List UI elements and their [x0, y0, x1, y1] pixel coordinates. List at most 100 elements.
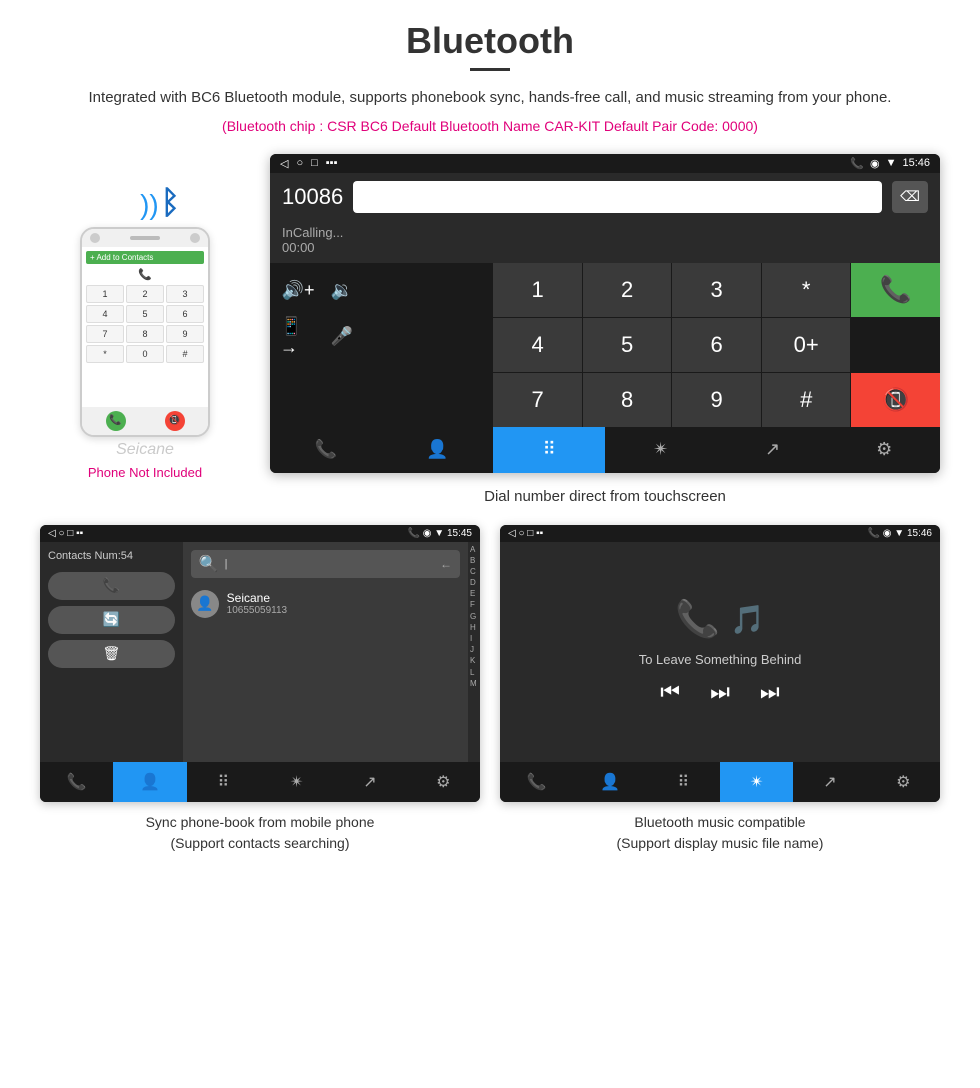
- nav-phone[interactable]: 📞: [270, 427, 382, 473]
- nav-transfer[interactable]: ↗: [717, 427, 829, 473]
- subtitle: Integrated with BC6 Bluetooth module, su…: [40, 87, 940, 110]
- contact-number: 10655059113: [227, 605, 287, 616]
- back-arrow-icon: ←: [440, 557, 452, 571]
- add-contact-bar: + Add to Contacts: [86, 251, 204, 264]
- contacts-screen-wrap: ◁ ○ □ ▪▪ 📞 ◉ ▼ 15:45 Contacts Num:54 📞 🔄…: [40, 525, 480, 854]
- call-controls: 🔊+ 🔉 📱→ 🎤: [270, 263, 493, 427]
- contacts-nav-dialpad[interactable]: ⠿: [187, 762, 260, 802]
- dial-key-3[interactable]: 3: [672, 263, 761, 317]
- nav-bluetooth[interactable]: ✴: [605, 427, 717, 473]
- dial-key-2[interactable]: 2: [583, 263, 672, 317]
- dial-key-5[interactable]: 5: [583, 318, 672, 372]
- search-icon: 🔍: [199, 554, 219, 574]
- music-nav-phone[interactable]: 📞: [500, 762, 573, 802]
- mic-icon[interactable]: 🎤: [324, 319, 360, 355]
- phone-top-bar: [82, 229, 208, 247]
- car-screen: ◁ ○ □ ▪▪▪ 📞 ◉ ▼ 15:46 10086 ⌫ InCalling.…: [270, 154, 940, 473]
- status-right-icons: 📞 ◉ ▼ 15:46: [850, 157, 930, 170]
- home-icon: ○: [296, 157, 303, 169]
- dial-key-1[interactable]: 1: [493, 263, 582, 317]
- music-screen-wrap: ◁ ○ □ ▪▪ 📞 ◉ ▼ 15:46 📞 🎵 To Leave Someth…: [500, 525, 940, 854]
- main-caption: Dial number direct from touchscreen: [270, 488, 940, 505]
- page-title: Bluetooth: [40, 20, 940, 62]
- call-action-btn[interactable]: 📞: [48, 572, 175, 600]
- music-nav-dialpad[interactable]: ⠿: [647, 762, 720, 802]
- music-body: 📞 🎵 To Leave Something Behind ⏮ ⏭ ⏭: [500, 542, 940, 762]
- contacts-nav-contacts[interactable]: 👤: [113, 762, 186, 802]
- seicane-watermark: Seicane: [116, 441, 174, 459]
- phone-not-included-label: Phone Not Included: [88, 465, 202, 480]
- phone-call-btn: 📞: [106, 411, 126, 431]
- contacts-screen: ◁ ○ □ ▪▪ 📞 ◉ ▼ 15:45 Contacts Num:54 📞 🔄…: [40, 525, 480, 802]
- contacts-nav-bar: 📞 👤 ⠿ ✴ ↗ ⚙: [40, 762, 480, 802]
- dial-key-9[interactable]: 9: [672, 373, 761, 427]
- phone-transfer-icon[interactable]: 📱→: [280, 319, 316, 355]
- contact-entry: 👤 Seicane 10655059113: [191, 586, 460, 622]
- contacts-status-right: 📞 ◉ ▼ 15:45: [408, 528, 472, 539]
- bluetooth-symbol-icon: ᛒ: [161, 184, 180, 221]
- bt-waves-icon: )): [140, 189, 159, 221]
- bottom-row: ◁ ○ □ ▪▪ 📞 ◉ ▼ 15:45 Contacts Num:54 📞 🔄…: [40, 525, 940, 854]
- next-chapter-button[interactable]: ⏭: [710, 679, 730, 705]
- music-status-bar: ◁ ○ □ ▪▪ 📞 ◉ ▼ 15:46: [500, 525, 940, 542]
- contacts-status-bar: ◁ ○ □ ▪▪ 📞 ◉ ▼ 15:45: [40, 525, 480, 542]
- volume-down-icon[interactable]: 🔉: [324, 273, 360, 309]
- dial-key-4[interactable]: 4: [493, 318, 582, 372]
- wifi-icon: ▼: [886, 157, 897, 169]
- contacts-status-left: ◁ ○ □ ▪▪: [48, 528, 83, 539]
- contacts-count: Contacts Num:54: [48, 550, 175, 562]
- music-status-right: 📞 ◉ ▼ 15:46: [868, 528, 932, 539]
- recents-icon: □: [311, 157, 318, 169]
- end-call-button[interactable]: 📵: [851, 373, 940, 427]
- contacts-left-panel: Contacts Num:54 📞 🔄 🗑: [40, 542, 183, 762]
- call-status-row: InCalling... 00:00: [270, 221, 940, 263]
- music-phone-icon: 📞: [675, 598, 720, 640]
- clock: 15:46: [902, 157, 930, 169]
- contact-search-bar[interactable]: 🔍 | ←: [191, 550, 460, 578]
- title-underline: [470, 68, 510, 71]
- phone-dialpad-mini: 123 456 789 *0#: [86, 285, 204, 363]
- volume-up-row: 🔊+ 🔉: [280, 273, 483, 309]
- contacts-nav-bluetooth[interactable]: ✴: [260, 762, 333, 802]
- nav-settings[interactable]: ⚙: [828, 427, 940, 473]
- dial-key-6[interactable]: 6: [672, 318, 761, 372]
- contact-avatar: 👤: [191, 590, 219, 618]
- phone-section: )) ᛒ + Add to Contacts 📞 123 456 789 *0#: [40, 154, 250, 480]
- music-nav-settings[interactable]: ⚙: [867, 762, 940, 802]
- dial-key-0plus[interactable]: 0+: [762, 318, 851, 372]
- music-controls: ⏮ ⏭ ⏭: [660, 679, 779, 705]
- alpha-index: A B C D E F G H I J K L M: [468, 542, 480, 762]
- music-nav-transfer[interactable]: ↗: [793, 762, 866, 802]
- prev-button[interactable]: ⏮: [660, 679, 680, 705]
- gps-icon: ◉: [870, 157, 880, 170]
- call-input-bar: [353, 181, 882, 213]
- nav-dialpad[interactable]: ⠿: [493, 427, 605, 473]
- contacts-right-panel: 🔍 | ← 👤 Seicane 10655059113: [183, 542, 468, 762]
- sync-action-btn[interactable]: 🔄: [48, 606, 175, 634]
- delete-button[interactable]: ⌫: [892, 181, 928, 213]
- music-nav-bluetooth[interactable]: ✴: [720, 762, 793, 802]
- call-number-row: 10086 ⌫: [270, 173, 940, 221]
- music-caption: Bluetooth music compatible (Support disp…: [617, 812, 824, 854]
- signal-icons: ▪▪▪: [326, 157, 338, 169]
- dial-key-7[interactable]: 7: [493, 373, 582, 427]
- bt-specs: (Bluetooth chip : CSR BC6 Default Blueto…: [40, 118, 940, 134]
- dial-key-star[interactable]: *: [762, 263, 851, 317]
- dialpad-grid: 1 2 3 * 📞 4 5 6 0+ 7 8 9 # 📵: [493, 263, 940, 427]
- nav-contacts[interactable]: 👤: [382, 427, 494, 473]
- call-button[interactable]: 📞: [851, 263, 940, 317]
- next-button[interactable]: ⏭: [760, 679, 780, 705]
- dial-key-8[interactable]: 8: [583, 373, 672, 427]
- transfer-mic-row: 📱→ 🎤: [280, 319, 483, 355]
- call-number-display: 10086: [282, 184, 343, 210]
- music-nav-contacts[interactable]: 👤: [573, 762, 646, 802]
- contacts-nav-settings[interactable]: ⚙: [407, 762, 480, 802]
- contacts-nav-transfer[interactable]: ↗: [333, 762, 406, 802]
- music-song-title: To Leave Something Behind: [639, 652, 802, 667]
- volume-up-icon[interactable]: 🔊+: [280, 273, 316, 309]
- contacts-nav-phone[interactable]: 📞: [40, 762, 113, 802]
- bluetooth-icon-area: )) ᛒ: [110, 184, 180, 221]
- dial-key-hash[interactable]: #: [762, 373, 851, 427]
- contact-info: Seicane 10655059113: [227, 591, 287, 616]
- delete-action-btn[interactable]: 🗑: [48, 640, 175, 668]
